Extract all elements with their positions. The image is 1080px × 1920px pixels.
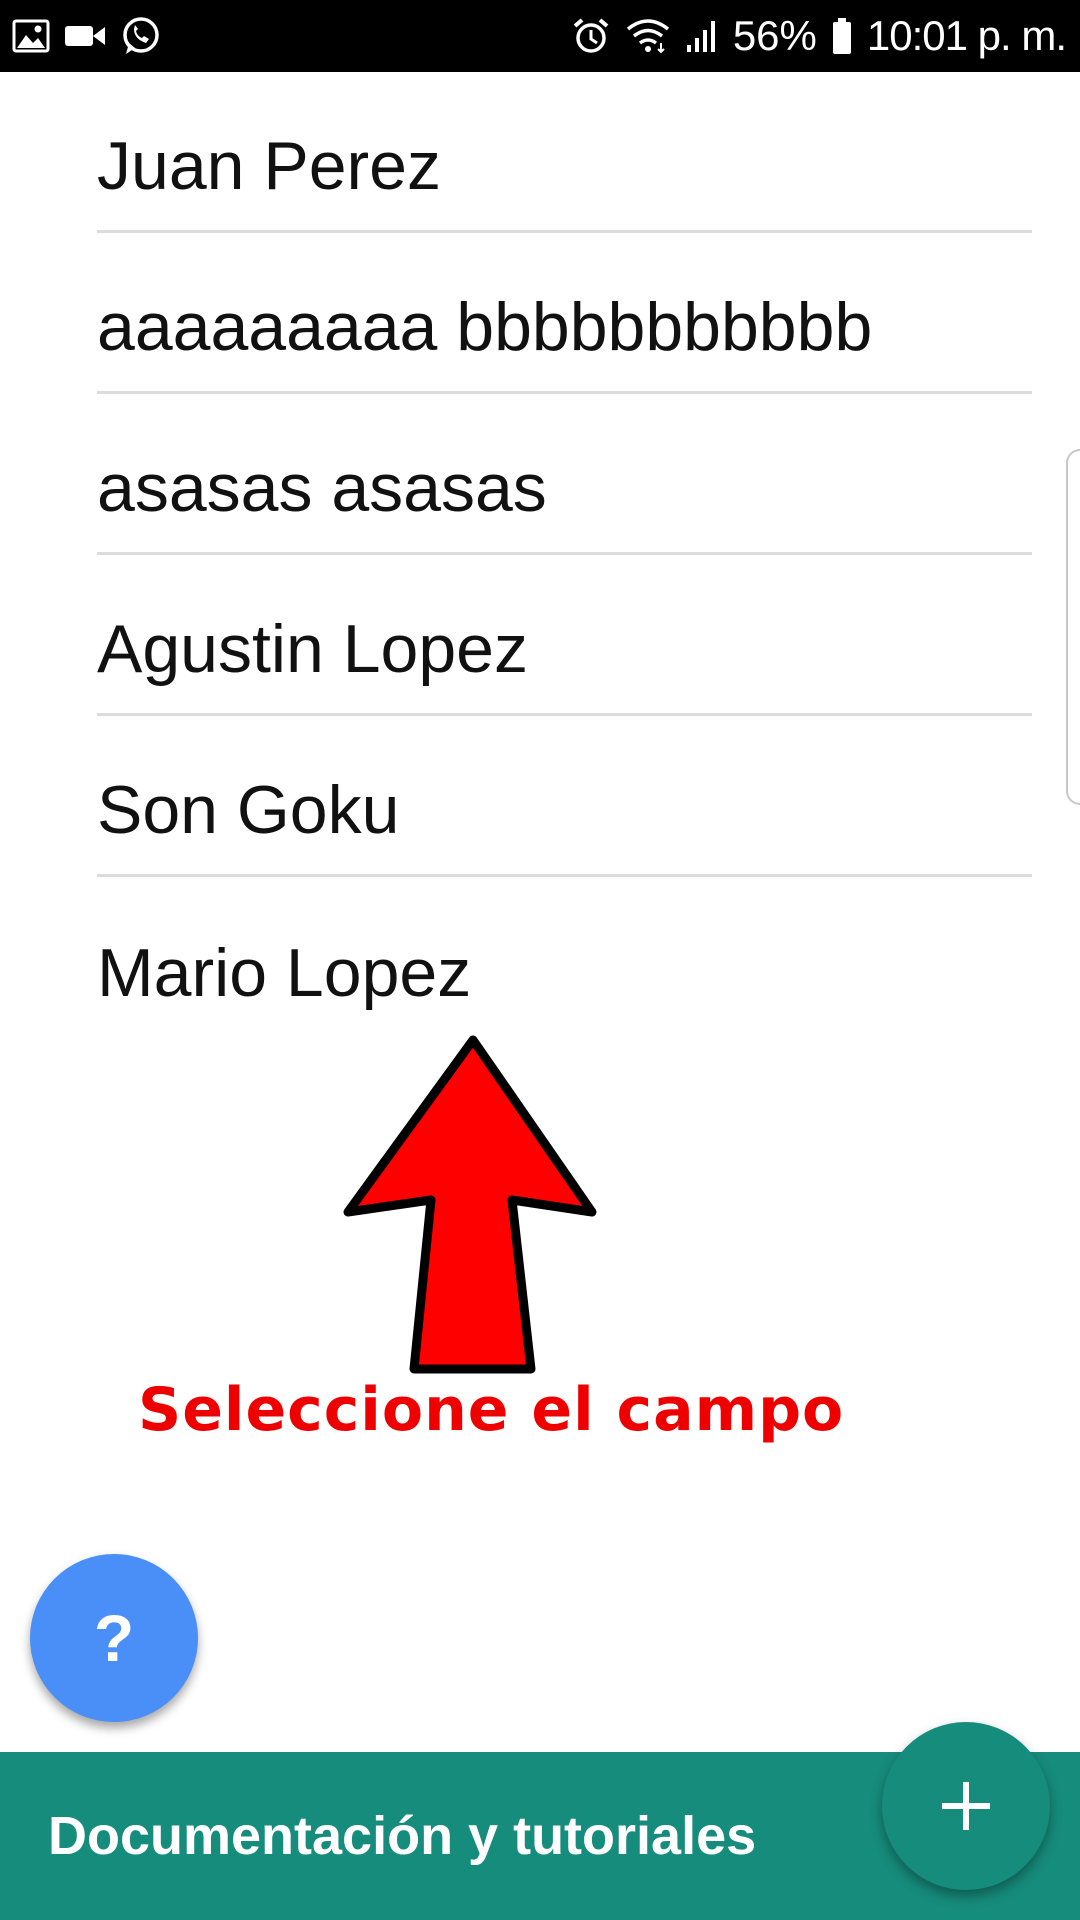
battery-percentage: 56%: [732, 12, 817, 59]
list-item-label: Son Goku: [97, 772, 400, 848]
help-button-label: ?: [93, 1601, 135, 1675]
list-item-label: Agustin Lopez: [97, 611, 528, 687]
documentation-bar-label: Documentación y tutoriales: [48, 1806, 757, 1866]
list-item[interactable]: aaaaaaaaa bbbbbbbbbbb: [97, 233, 1032, 394]
status-bar-right: 56% 10:01 p. m.: [571, 12, 1067, 60]
battery-icon: [831, 17, 853, 55]
image-icon: [12, 19, 50, 53]
alarm-icon: [571, 16, 611, 56]
list-item[interactable]: Mario Lopez: [97, 877, 1032, 1038]
list-item-label: asasas asasas: [97, 450, 547, 526]
whatsapp-icon: [120, 15, 162, 57]
status-bar-left: [12, 15, 162, 57]
list-item[interactable]: Agustin Lopez: [97, 555, 1032, 716]
list-item-label: Mario Lopez: [97, 934, 472, 1011]
clock: 10:01 p. m.: [866, 12, 1067, 59]
app-screen: 56% 10:01 p. m. Juan Perez aaaaaaaaa bbb…: [0, 0, 1080, 1920]
signal-icon: [685, 18, 719, 54]
list-item-label: Juan Perez: [97, 128, 441, 204]
plus-icon: [942, 1782, 990, 1830]
list-item[interactable]: Son Goku: [97, 716, 1032, 877]
up-arrow-icon: [343, 1035, 597, 1374]
annotation-text: Seleccione el campo: [138, 1375, 845, 1445]
status-bar: 56% 10:01 p. m.: [0, 0, 1080, 72]
list-item[interactable]: asasas asasas: [97, 394, 1032, 555]
wifi-icon: [625, 17, 671, 55]
add-button[interactable]: [882, 1722, 1050, 1890]
video-camera-icon: [64, 22, 106, 50]
list-item-label: aaaaaaaaa bbbbbbbbbbb: [97, 289, 873, 365]
edge-panel-handle[interactable]: [1066, 449, 1080, 805]
help-button[interactable]: ?: [30, 1554, 198, 1722]
contact-list: Juan Perez aaaaaaaaa bbbbbbbbbbb asasas …: [97, 72, 1032, 1038]
list-item[interactable]: Juan Perez: [97, 72, 1032, 233]
